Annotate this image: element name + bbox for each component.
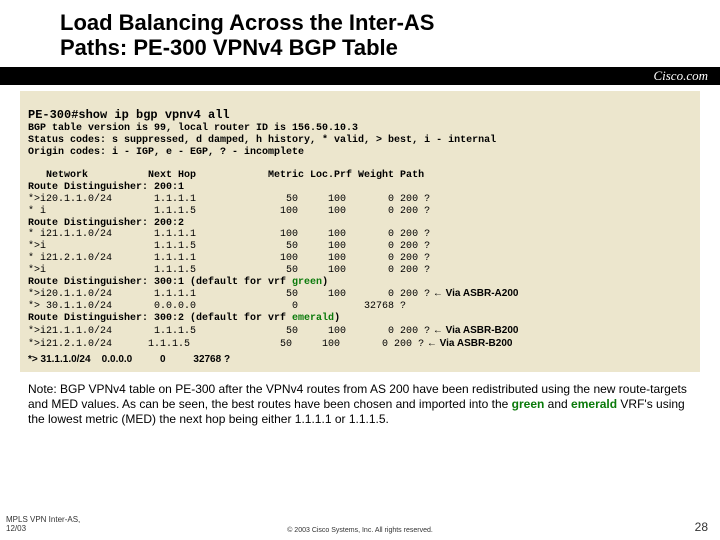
terminal-output: PE-300#show ip bgp vpnv4 all BGP table v… bbox=[20, 91, 700, 373]
extra-row: *> 31.1.1.0/24 0.0.0.0 0 32768 ? bbox=[28, 354, 692, 366]
command-line: PE-300#show ip bgp vpnv4 all bbox=[28, 108, 230, 122]
page-number: 28 bbox=[695, 520, 708, 534]
slide-title: Load Balancing Across the Inter-ASPaths:… bbox=[60, 10, 700, 61]
footer-left: MPLS VPN Inter-AS,12/03 bbox=[6, 515, 80, 534]
footer-copyright: © 2003 Cisco Systems, Inc. All rights re… bbox=[287, 527, 433, 534]
note-text: Note: BGP VPNv4 table on PE-300 after th… bbox=[28, 382, 692, 427]
cisco-bar: Cisco.com bbox=[0, 67, 720, 85]
